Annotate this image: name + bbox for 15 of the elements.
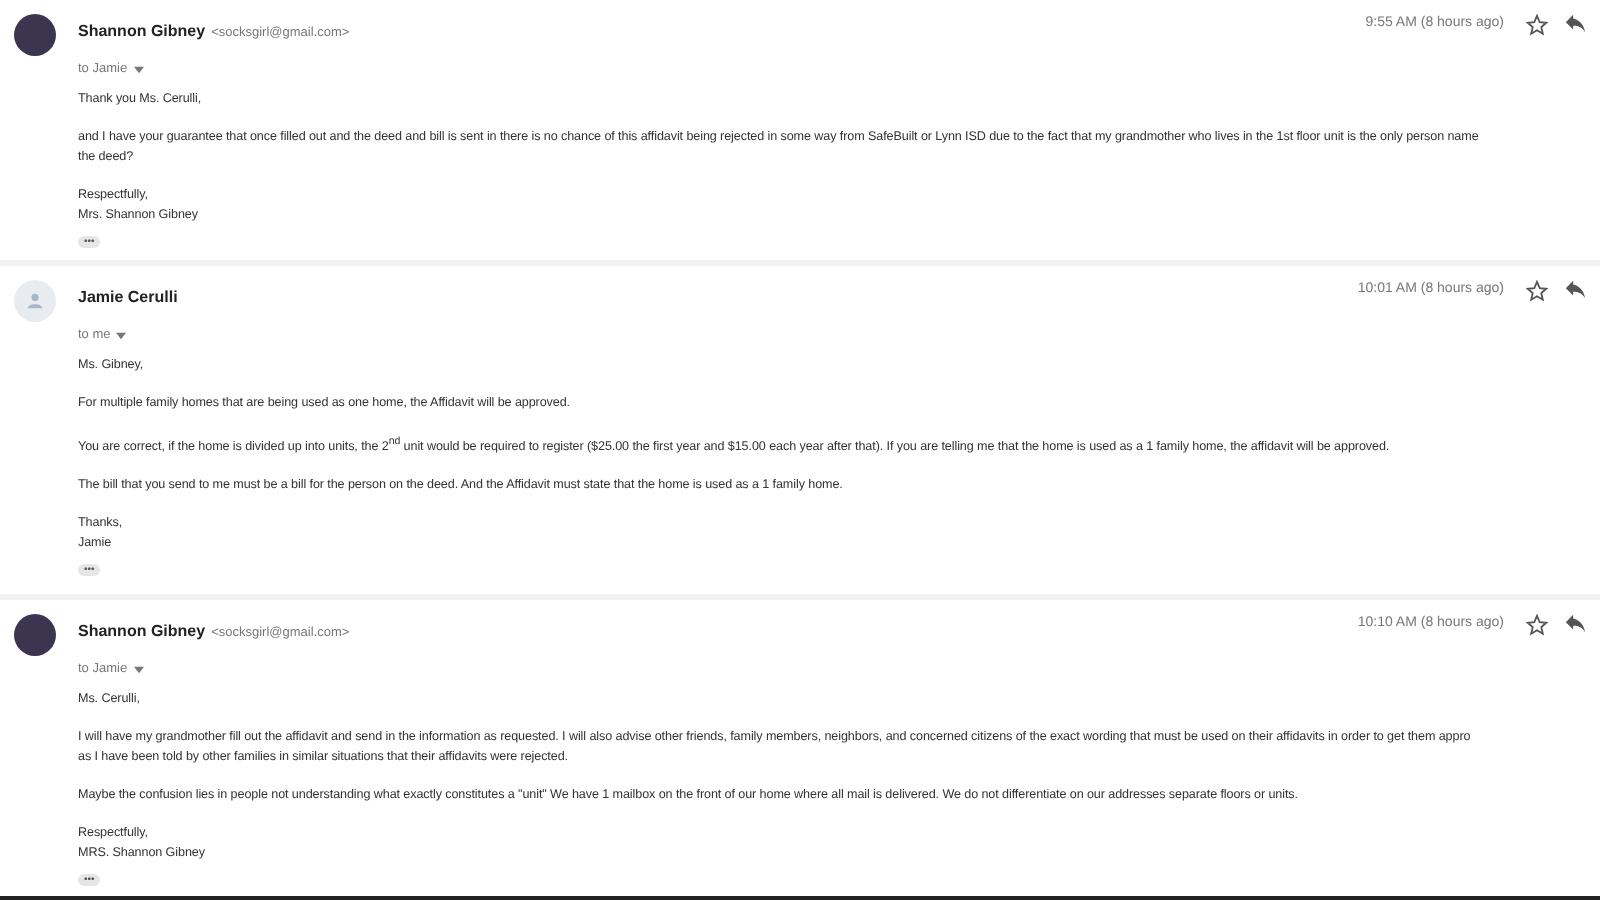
reply-button[interactable] xyxy=(1562,278,1586,302)
reply-button[interactable] xyxy=(1562,12,1586,36)
reply-button[interactable] xyxy=(1562,612,1586,636)
caret-icon xyxy=(133,65,144,73)
star-button[interactable] xyxy=(1524,278,1548,302)
star-button[interactable] xyxy=(1524,612,1548,636)
sender-name: Jamie Cerulli xyxy=(78,288,178,306)
caret-icon xyxy=(133,665,144,673)
star-button[interactable] xyxy=(1524,12,1548,36)
sender-name: Shannon Gibney xyxy=(78,22,206,40)
caret-icon xyxy=(116,331,127,339)
avatar-icon xyxy=(14,280,56,322)
avatar-photo-placeholder xyxy=(14,14,56,56)
sender-name: Shannon Gibney xyxy=(78,622,206,640)
avatar-photo-placeholder xyxy=(14,614,56,656)
